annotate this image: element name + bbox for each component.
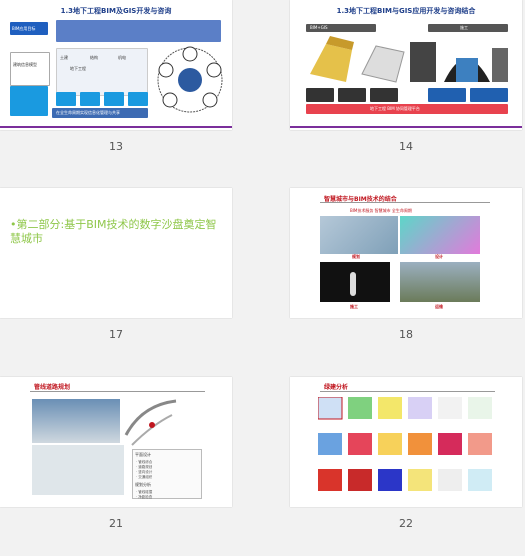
slide-title: 管线道路规划	[34, 384, 71, 391]
slide-number: 14	[399, 140, 413, 153]
slide-number: 22	[399, 517, 413, 530]
slide-number: 18	[399, 328, 413, 341]
subtitle: BIM技术服务 智慧城市 全生命周期	[350, 208, 412, 213]
slide-number: 21	[109, 517, 123, 530]
legend-title: 规划分析	[135, 482, 151, 487]
slide-title: 绿建分析	[324, 384, 349, 391]
caption: 规划	[352, 254, 360, 259]
lifecycle-circle-diagram	[157, 46, 223, 113]
design-image	[400, 216, 480, 254]
slide-number: 17	[109, 328, 123, 341]
slide-22-canvas: 绿建分析	[290, 377, 522, 507]
section-heading: •第二部分:基于BIM技术的数字沙盘奠定智慧城市	[10, 218, 217, 245]
block-label: 结构	[90, 55, 98, 60]
operation-image	[400, 262, 480, 302]
slide-thumbnail-grid: 1.3地下工程BIM及GIS开发与咨询 BIM应用目标 建筑信息模型 土建 结构…	[0, 0, 525, 556]
legend-item: · 净距检查	[136, 495, 153, 499]
panel-label: BIM+GIS	[310, 25, 328, 30]
block-label: 地下工程	[70, 66, 86, 71]
panel-label: 施工	[460, 25, 468, 30]
slide-title: 1.3地下工程BIM与GIS应用开发与咨询结合	[336, 7, 476, 15]
planning-image	[320, 216, 398, 254]
bridge-image	[32, 399, 120, 443]
platform-band: 地下工程 BIM 协同管理平台	[370, 106, 420, 111]
legend-item: · 交通组织	[136, 475, 153, 479]
legend-title: 平面设计	[135, 452, 151, 457]
slide-17-canvas: •第二部分:基于BIM技术的数字沙盘奠定智慧城市	[0, 188, 232, 318]
road-map	[122, 395, 180, 447]
caption: 设计	[435, 254, 443, 259]
bim-goal-label: BIM应用目标	[12, 26, 36, 31]
slide-title: 1.3地下工程BIM及GIS开发与咨询	[60, 7, 172, 15]
slide-number: 13	[109, 140, 123, 153]
slide-18-canvas: 智慧城市与BIM技术的结合 BIM技术服务 智慧城市 全生命周期 规划 设计 施…	[290, 188, 522, 318]
block-label: 建筑信息模型	[13, 62, 37, 67]
pipeline-plan	[32, 445, 124, 495]
caption: 运维	[435, 304, 443, 309]
bottom-banner: 在全生命周期实现信息化管理与共享	[56, 110, 120, 115]
slide-13-canvas: 1.3地下工程BIM及GIS开发与咨询 BIM应用目标 建筑信息模型 土建 结构…	[0, 0, 232, 130]
analysis-thumbnails-grid	[318, 397, 492, 491]
block-label: 土建	[60, 55, 68, 60]
model-images	[310, 36, 508, 83]
slide-21-canvas: 管线道路规划 平面设计 · 管线综合 · 道路规划 · 竖向设计 · 交通组织 …	[0, 377, 232, 507]
construction-image	[320, 262, 390, 302]
slide-14-canvas: 1.3地下工程BIM与GIS应用开发与咨询结合 BIM+GIS 施工 地下工程 …	[290, 0, 522, 130]
caption: 施工	[350, 304, 358, 309]
legend-panel: 平面设计 · 管线综合 · 道路规划 · 竖向设计 · 交通组织 规划分析 · …	[132, 449, 202, 499]
block-label: 机电	[118, 55, 126, 60]
